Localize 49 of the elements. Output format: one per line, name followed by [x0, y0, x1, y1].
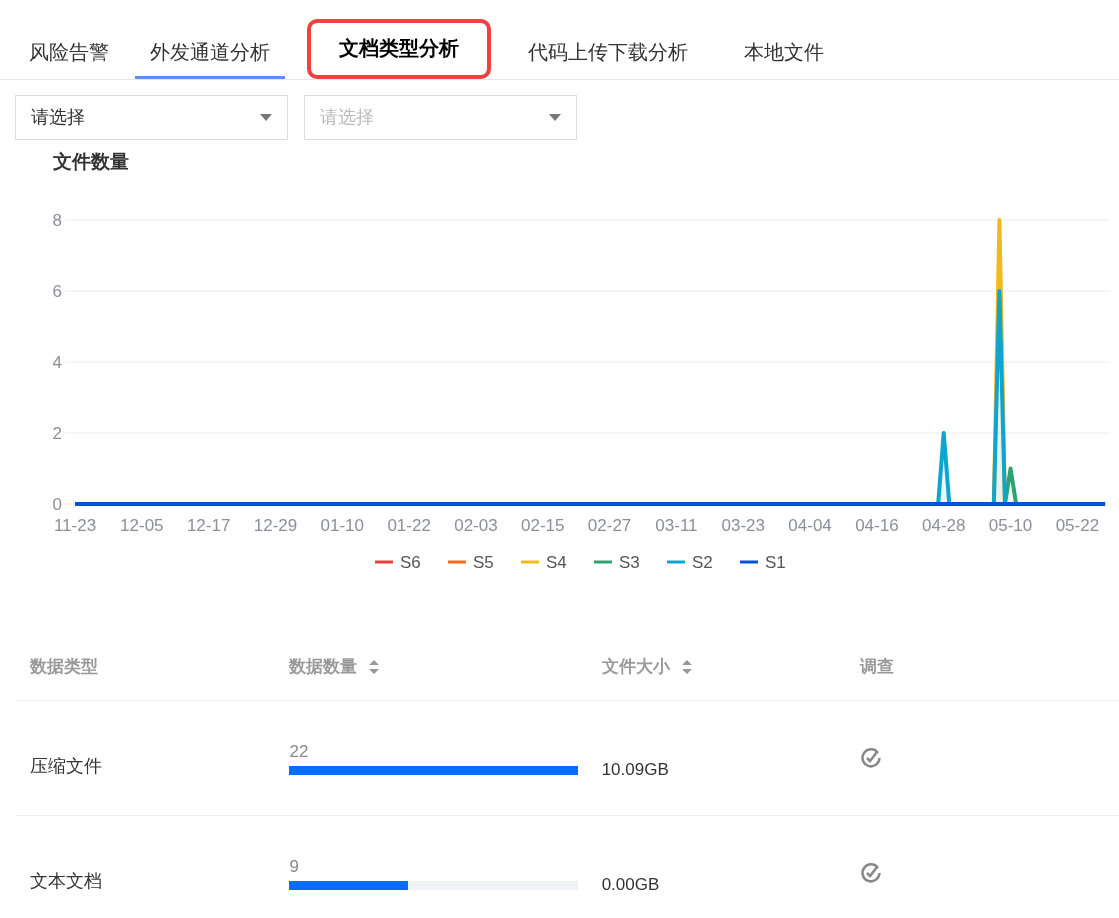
- legend-label: S2: [692, 553, 713, 572]
- legend-label: S3: [619, 553, 640, 572]
- tab[interactable]: 本地文件: [729, 37, 839, 79]
- x-tick-label: 12-05: [120, 516, 164, 535]
- table-cell: 压缩文件: [30, 755, 102, 776]
- table-cell: 0.00GB: [601, 875, 660, 895]
- x-tick-label: 12-17: [186, 516, 231, 535]
- column-header: 数据类型: [30, 655, 98, 678]
- y-tick-label: 2: [52, 424, 62, 443]
- legend-label: S4: [546, 553, 567, 572]
- column-header: 文件大小: [601, 655, 670, 678]
- x-tick-label: 02-03: [454, 516, 498, 535]
- x-tick-label: 04-16: [855, 516, 899, 535]
- tab[interactable]: 外发通道分析: [135, 37, 285, 79]
- x-tick-label: 01-10: [320, 516, 365, 535]
- legend-label: S1: [765, 553, 786, 572]
- y-tick-label: 8: [52, 211, 62, 230]
- chart-title: 文件数量: [53, 150, 129, 174]
- legend-label: S5: [473, 553, 494, 572]
- legend-label: S6: [400, 553, 421, 572]
- x-tick-label: 12-29: [253, 516, 298, 535]
- count-label: 9: [289, 856, 300, 877]
- column-header: 调查: [860, 655, 895, 678]
- sort-icon[interactable]: [369, 659, 380, 674]
- table-cell: 文本文档: [30, 870, 102, 891]
- x-tick-label: 05-10: [988, 516, 1033, 535]
- x-tick-label: 03-11: [655, 516, 698, 535]
- sort-icon[interactable]: [681, 659, 692, 674]
- x-tick-label: 05-22: [1055, 516, 1100, 535]
- caret-icon: [549, 114, 561, 121]
- check-circle-icon[interactable]: [860, 862, 883, 884]
- y-tick-label: 6: [52, 282, 62, 301]
- count-label: 22: [289, 741, 310, 762]
- x-tick-label: 04-04: [788, 516, 832, 535]
- table-cell: 10.09GB: [601, 760, 669, 780]
- tab[interactable]: 风险告警: [14, 37, 109, 79]
- caret-icon: [260, 114, 272, 121]
- x-tick-label: 02-15: [521, 516, 565, 535]
- tab[interactable]: 代码上传下载分析: [513, 37, 703, 79]
- x-tick-label: 11-23: [53, 516, 97, 535]
- check-circle-icon[interactable]: [860, 747, 883, 769]
- y-tick-label: 0: [52, 495, 62, 514]
- select-field[interactable]: 请选择: [15, 95, 288, 140]
- x-tick-label: 01-22: [387, 516, 431, 535]
- y-tick-label: 4: [52, 353, 62, 372]
- x-tick-label: 03-23: [721, 516, 765, 535]
- x-tick-label: 04-28: [922, 516, 966, 535]
- x-tick-label: 02-27: [587, 516, 632, 535]
- column-header: 数据数量: [289, 655, 358, 678]
